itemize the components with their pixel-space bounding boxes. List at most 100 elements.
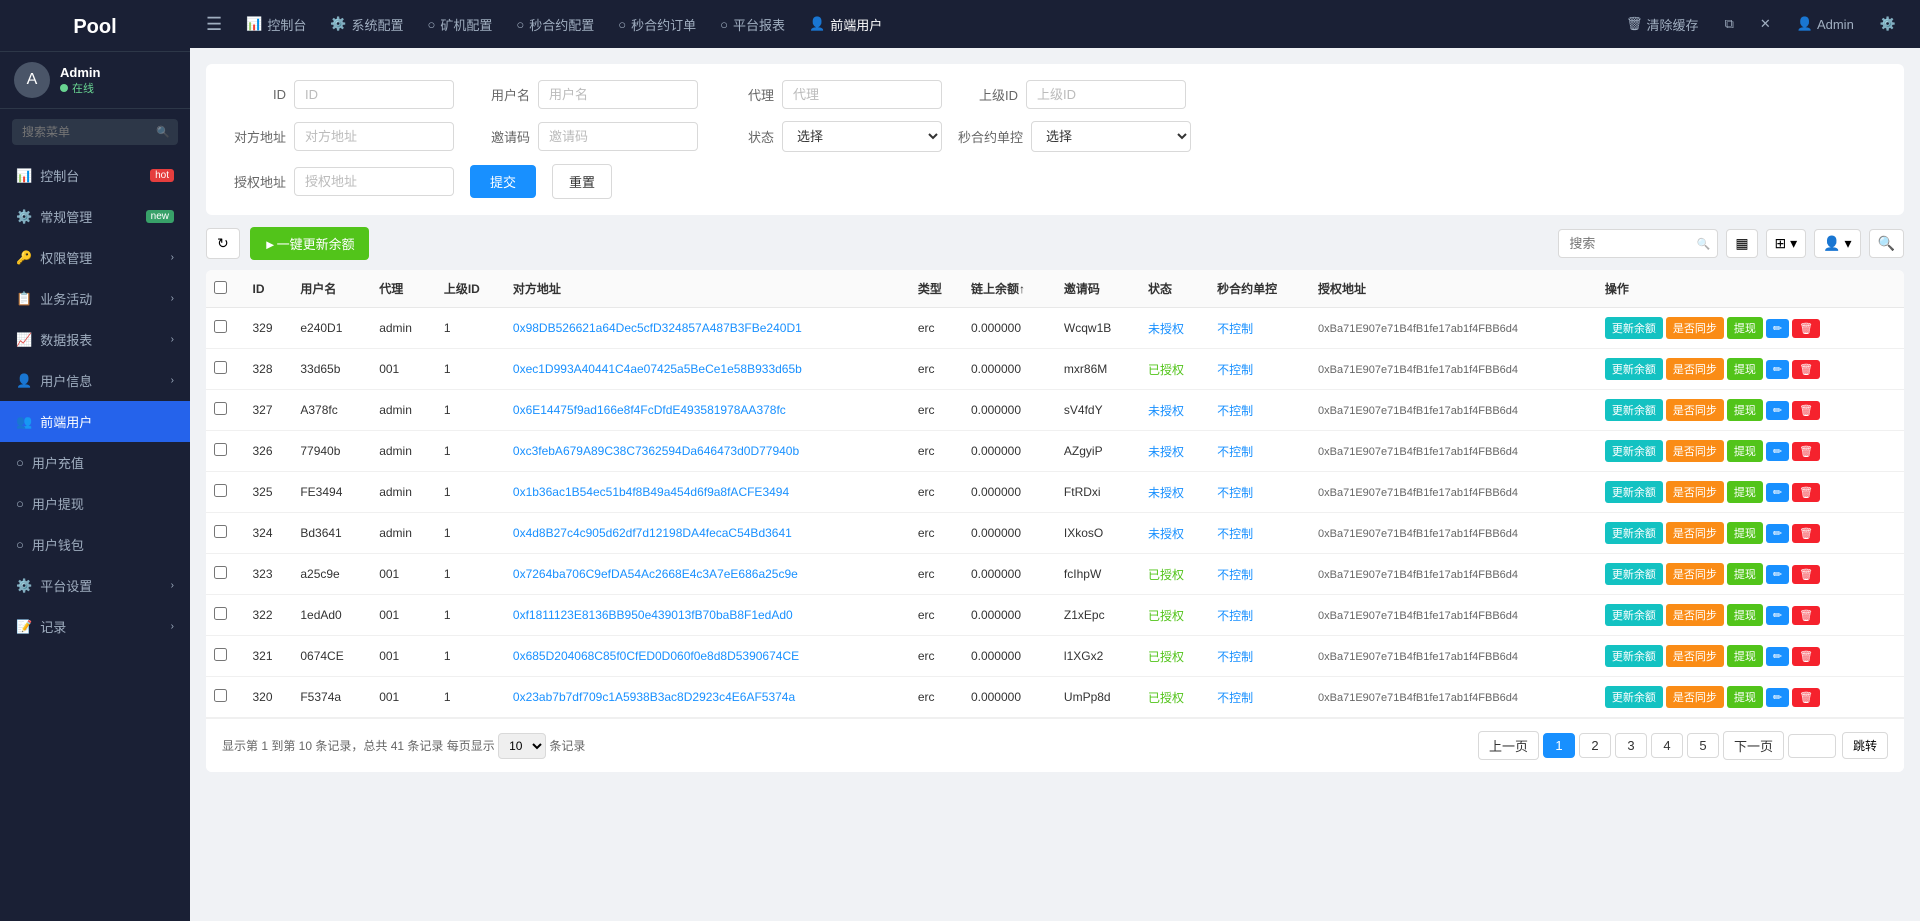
status-badge[interactable]: 已授权 xyxy=(1148,609,1184,623)
row-select-checkbox[interactable] xyxy=(214,361,227,374)
invite-input[interactable] xyxy=(538,122,698,151)
search-input[interactable] xyxy=(12,119,178,145)
status-badge[interactable]: 未授权 xyxy=(1148,486,1184,500)
sidebar-item-data-report[interactable]: 📈 数据报表 › xyxy=(0,319,190,360)
contract-badge[interactable]: 不控制 xyxy=(1217,404,1253,418)
status-select[interactable]: 选择 已授权 未授权 xyxy=(782,121,942,152)
delete-btn[interactable]: 🗑 xyxy=(1792,319,1820,338)
edit-btn[interactable]: ✏ xyxy=(1766,483,1789,502)
select-all-checkbox[interactable] xyxy=(214,281,227,294)
sidebar-item-user-withdraw[interactable]: ○ 用户提现 xyxy=(0,483,190,524)
row-select-checkbox[interactable] xyxy=(214,689,227,702)
update-balance-row-btn[interactable]: 更新余额 xyxy=(1605,686,1663,708)
contract-badge[interactable]: 不控制 xyxy=(1217,609,1253,623)
row-select-checkbox[interactable] xyxy=(214,402,227,415)
contract-badge[interactable]: 不控制 xyxy=(1217,363,1253,377)
sync-btn[interactable]: 是否同步 xyxy=(1666,481,1724,503)
edit-btn[interactable]: ✏ xyxy=(1766,442,1789,461)
update-balance-button[interactable]: ►一键更新余额 xyxy=(250,227,369,260)
sync-btn[interactable]: 是否同步 xyxy=(1666,358,1724,380)
row-select-checkbox[interactable] xyxy=(214,648,227,661)
sync-btn[interactable]: 是否同步 xyxy=(1666,686,1724,708)
prev-page-btn[interactable]: 上一页 xyxy=(1478,731,1539,760)
row-select-checkbox[interactable] xyxy=(214,607,227,620)
update-balance-row-btn[interactable]: 更新余额 xyxy=(1605,399,1663,421)
user-columns-icon[interactable]: 👤 ▾ xyxy=(1814,229,1860,258)
status-badge[interactable]: 已授权 xyxy=(1148,363,1184,377)
withdraw-btn[interactable]: 提现 xyxy=(1727,440,1763,462)
counterparty-link[interactable]: 0xec1D993A40441C4ae07425a5BeCe1e58B933d6… xyxy=(513,362,802,376)
counterparty-link[interactable]: 0x4d8B27c4c905d62df7d12198DA4fecaC54Bd36… xyxy=(513,526,792,540)
topnav-icon2[interactable]: ✕ xyxy=(1752,12,1779,36)
auth-addr-input[interactable] xyxy=(294,167,454,196)
counterparty-link[interactable]: 0xf1811123E8136BB950e439013fB70baB8F1edA… xyxy=(513,608,793,622)
withdraw-btn[interactable]: 提现 xyxy=(1727,522,1763,544)
sync-btn[interactable]: 是否同步 xyxy=(1666,645,1724,667)
topnav-dashboard[interactable]: 📊 控制台 xyxy=(236,9,316,40)
counterparty-link[interactable]: 0xc3febA679A89C38C7362594Da646473d0D7794… xyxy=(513,444,799,458)
id-input[interactable] xyxy=(294,80,454,109)
contract-badge[interactable]: 不控制 xyxy=(1217,650,1253,664)
sync-btn[interactable]: 是否同步 xyxy=(1666,440,1724,462)
sidebar-item-general[interactable]: ⚙️ 常规管理 new xyxy=(0,196,190,237)
admin-avatar[interactable]: 👤 Admin xyxy=(1789,12,1862,36)
sidebar-item-auth[interactable]: 🔑 权限管理 › xyxy=(0,237,190,278)
status-badge[interactable]: 未授权 xyxy=(1148,404,1184,418)
counterparty-link[interactable]: 0x98DB526621a64Dec5cfD324857A487B3FBe240… xyxy=(513,321,802,335)
topnav-frontend-user[interactable]: 👤 前端用户 xyxy=(799,9,892,40)
sync-btn[interactable]: 是否同步 xyxy=(1666,522,1724,544)
counterparty-input[interactable] xyxy=(294,122,454,151)
topnav-contract-orders[interactable]: ○ 秒合约订单 xyxy=(608,9,706,40)
withdraw-btn[interactable]: 提现 xyxy=(1727,686,1763,708)
edit-btn[interactable]: ✏ xyxy=(1766,565,1789,584)
withdraw-btn[interactable]: 提现 xyxy=(1727,563,1763,585)
contract-badge[interactable]: 不控制 xyxy=(1217,486,1253,500)
page-3-btn[interactable]: 3 xyxy=(1615,733,1647,758)
refresh-button[interactable]: ↻ xyxy=(206,228,240,259)
table-search-input[interactable] xyxy=(1558,229,1718,258)
withdraw-btn[interactable]: 提现 xyxy=(1727,399,1763,421)
delete-btn[interactable]: 🗑 xyxy=(1792,565,1820,584)
withdraw-btn[interactable]: 提现 xyxy=(1727,317,1763,339)
row-select-checkbox[interactable] xyxy=(214,443,227,456)
update-balance-row-btn[interactable]: 更新余额 xyxy=(1605,317,1663,339)
delete-btn[interactable]: 🗑 xyxy=(1792,360,1820,379)
update-balance-row-btn[interactable]: 更新余额 xyxy=(1605,358,1663,380)
update-balance-row-btn[interactable]: 更新余额 xyxy=(1605,645,1663,667)
delete-btn[interactable]: 🗑 xyxy=(1792,483,1820,502)
page-size-select[interactable]: 10 20 50 xyxy=(498,733,546,759)
contract-badge[interactable]: 不控制 xyxy=(1217,322,1253,336)
topnav-icon1[interactable]: ⧉ xyxy=(1717,12,1742,36)
edit-btn[interactable]: ✏ xyxy=(1766,319,1789,338)
contract-badge[interactable]: 不控制 xyxy=(1217,568,1253,582)
delete-btn[interactable]: 🗑 xyxy=(1792,442,1820,461)
sidebar-item-platform[interactable]: ⚙️ 平台设置 › xyxy=(0,565,190,606)
edit-btn[interactable]: ✏ xyxy=(1766,360,1789,379)
row-select-checkbox[interactable] xyxy=(214,525,227,538)
topnav-contract-config[interactable]: ○ 秒合约配置 xyxy=(506,9,604,40)
delete-btn[interactable]: 🗑 xyxy=(1792,524,1820,543)
topnav-system-config[interactable]: ⚙️ 系统配置 xyxy=(320,9,413,40)
status-badge[interactable]: 未授权 xyxy=(1148,527,1184,541)
counterparty-link[interactable]: 0x23ab7b7df709c1A5938B3ac8D2923c4E6AF537… xyxy=(513,690,795,704)
row-select-checkbox[interactable] xyxy=(214,320,227,333)
sync-btn[interactable]: 是否同步 xyxy=(1666,563,1724,585)
hamburger-icon[interactable]: ☰ xyxy=(206,14,222,35)
edit-btn[interactable]: ✏ xyxy=(1766,524,1789,543)
sidebar-item-user-info[interactable]: 👤 用户信息 › xyxy=(0,360,190,401)
status-badge[interactable]: 已授权 xyxy=(1148,691,1184,705)
contract-badge[interactable]: 不控制 xyxy=(1217,691,1253,705)
sidebar-item-records[interactable]: 📝 记录 › xyxy=(0,606,190,647)
page-4-btn[interactable]: 4 xyxy=(1651,733,1683,758)
withdraw-btn[interactable]: 提现 xyxy=(1727,645,1763,667)
contract-badge[interactable]: 不控制 xyxy=(1217,527,1253,541)
status-badge[interactable]: 已授权 xyxy=(1148,568,1184,582)
counterparty-link[interactable]: 0x1b36ac1B54ec51b4f8B49a454d6f9a8fACFE34… xyxy=(513,485,789,499)
topnav-settings[interactable]: ⚙️ xyxy=(1872,12,1904,36)
username-input[interactable] xyxy=(538,80,698,109)
contract-badge[interactable]: 不控制 xyxy=(1217,445,1253,459)
row-select-checkbox[interactable] xyxy=(214,566,227,579)
withdraw-btn[interactable]: 提现 xyxy=(1727,358,1763,380)
sidebar-item-user-recharge[interactable]: ○ 用户充值 xyxy=(0,442,190,483)
edit-btn[interactable]: ✏ xyxy=(1766,401,1789,420)
